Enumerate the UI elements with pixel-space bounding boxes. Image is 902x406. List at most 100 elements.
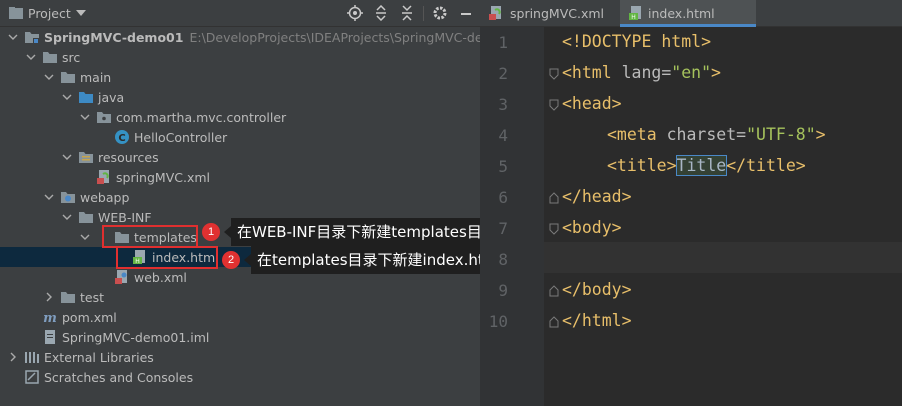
line-number: 10 [488,312,508,331]
tree-item-test[interactable]: test [0,287,480,307]
gear-icon[interactable] [432,5,448,21]
tree-item-hello-controller[interactable]: C HelloController [0,127,480,147]
spring-xml-file-icon [97,170,109,184]
tree-item-resources[interactable]: resources [0,147,480,167]
tree-label-package: com.martha.mvc.controller [116,110,287,125]
expand-all-icon[interactable] [373,5,389,21]
project-root-path: E:\DevelopProjects\IDEAProjects\SpringMV… [189,30,480,45]
tree-label-springmvc-xml: springMVC.xml [116,170,211,185]
editor-gutter[interactable]: 1 2 3 4 5 6 7 8 9 10 [480,27,544,406]
tree-item-external-libraries[interactable]: External Libraries [0,347,480,367]
collapse-all-icon[interactable] [399,5,415,21]
iml-file-icon [45,330,55,344]
chevron-down-icon[interactable] [8,32,18,42]
chevron-down-icon[interactable] [76,10,86,18]
module-folder-icon [25,32,39,44]
tree-label-web-xml: web.xml [134,270,187,285]
resources-folder-icon [79,152,93,163]
tree-item-main[interactable]: main [0,67,480,87]
chevron-down-icon[interactable] [80,112,90,122]
tree-item-webapp[interactable]: webapp [0,187,480,207]
tree-label-external-libraries: External Libraries [44,350,154,365]
tree-item-scratches[interactable]: Scratches and Consoles [0,367,480,387]
highlight-index-html-box [116,246,218,269]
current-line-highlight [544,242,902,273]
code-line-9: </body> [562,280,632,299]
project-tool-window: Project SpringMVC-demo01 E:\DevelopProje… [0,0,480,406]
line-number: 2 [498,64,508,83]
chevron-down-icon[interactable] [44,192,54,202]
tree-item-src[interactable]: src [0,47,480,67]
chevron-right-icon[interactable] [8,352,18,362]
fold-marker-icon[interactable] [548,68,560,80]
tree-label-iml: SpringMVC-demo01.iml [62,330,210,345]
folder-icon [79,212,93,223]
line-number: 9 [498,281,508,300]
tooltip-arrow-1 [224,226,231,238]
fold-end-marker-icon[interactable] [548,192,560,204]
line-number: 5 [498,157,508,176]
title-text-selection: Title [675,155,728,176]
minimize-icon[interactable] [458,5,474,21]
maven-icon: m [43,311,57,325]
tree-label-src: src [62,50,81,65]
code-line-6: </head> [562,187,632,206]
tree-item-package[interactable]: com.martha.mvc.controller [0,107,480,127]
header-divider [423,6,424,21]
fold-end-marker-icon[interactable] [548,285,560,297]
chevron-down-icon[interactable] [80,232,90,242]
chevron-down-icon[interactable] [62,92,72,102]
code-editor[interactable]: <!DOCTYPE html> <html lang="en"> <head> … [544,27,902,406]
tree-item-project-root[interactable]: SpringMVC-demo01 E:\DevelopProjects\IDEAP… [0,27,480,47]
highlight-templates-box [102,225,198,248]
scratches-icon [25,370,39,384]
tab-label-springmvc-xml: springMVC.xml [510,6,605,21]
tab-springmvc-xml[interactable]: springMVC.xml [480,0,618,27]
code-line-7: <body> [562,218,622,237]
tree-item-springmvc-xml[interactable]: springMVC.xml [0,167,480,187]
tree-label-resources: resources [98,150,159,165]
step-badge-2: 2 [222,251,240,269]
library-icon [25,352,39,363]
svg-text:m: m [43,311,57,325]
line-number: 7 [498,219,508,238]
xml-file-icon [115,270,127,284]
folder-icon [43,52,57,63]
line-number: 3 [498,95,508,114]
code-line-1: <!DOCTYPE html> [562,32,712,51]
fold-end-marker-icon[interactable] [548,316,560,328]
tree-item-iml[interactable]: SpringMVC-demo01.iml [0,327,480,347]
code-line-3: <head> [562,94,622,113]
folder-icon [61,292,75,303]
tree-label-webapp: webapp [80,190,130,205]
spring-xml-file-icon [489,6,501,20]
fold-marker-icon[interactable] [548,223,560,235]
code-line-5: <title>Title</title> [607,155,806,176]
project-view-icon[interactable] [8,5,24,21]
tree-item-pom-xml[interactable]: m pom.xml [0,307,480,327]
tree-label-scratches: Scratches and Consoles [44,370,194,385]
web-folder-icon [61,192,75,203]
html-file-icon: H [629,6,641,21]
java-class-icon: C [115,130,129,144]
chevron-right-icon[interactable] [44,292,54,302]
chevron-down-icon[interactable] [62,152,72,162]
annotation-tooltip-1: 在WEB-INF目录下新建templates目录 [231,218,503,246]
tree-label-main: main [80,70,112,85]
chevron-down-icon[interactable] [44,72,54,82]
line-number: 8 [498,250,508,269]
chevron-down-icon[interactable] [26,52,36,62]
fold-marker-icon[interactable] [548,99,560,111]
code-line-4: <meta charset="UTF-8"> [607,125,826,144]
tab-index-html[interactable]: H index.html [620,0,756,27]
locate-icon[interactable] [347,5,363,21]
folder-icon [61,72,75,83]
svg-text:H: H [631,14,636,21]
code-line-2: <html lang="en"> [562,63,721,82]
code-line-10: </html> [562,311,632,330]
step-badge-1: 1 [202,223,220,241]
project-header: Project [0,0,480,27]
chevron-down-icon[interactable] [62,212,72,222]
project-view-title[interactable]: Project [28,6,71,21]
tree-item-java[interactable]: java [0,87,480,107]
